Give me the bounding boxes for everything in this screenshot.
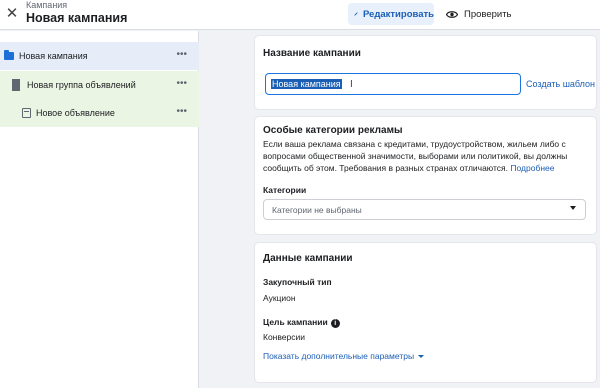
pencil-icon [354,12,358,16]
text-cursor-icon: I [350,79,353,90]
tree-item-ad[interactable]: Новое объявление ••• [0,99,199,127]
categories-select[interactable]: Категории не выбраны [263,199,586,220]
campaign-tree: Новая кампания ••• Новая группа объявлен… [0,31,199,388]
grid-icon [12,79,22,91]
categories-placeholder: Категории не выбраны [272,204,362,215]
caret-down-icon [418,355,425,358]
tree-item-label: Новое объявление [36,108,115,118]
review-button[interactable]: Проверить [446,3,512,25]
create-template-link[interactable]: Создать шаблон [526,79,595,89]
buy-type-value: Аукцион [263,293,296,303]
show-more-params-label: Показать дополнительные параметры [263,351,415,361]
top-bar: ✕ Кампания Новая кампания Редактировать … [0,0,600,30]
folder-icon [4,50,14,60]
page-title: Новая кампания [26,11,128,25]
review-button-label: Проверить [464,8,512,20]
special-categories-card: Особые категории рекламы Если ваша рекла… [255,117,596,234]
special-categories-title: Особые категории рекламы [263,125,403,136]
breadcrumb: Кампания [26,0,68,10]
tree-item-label: Новая группа объявлений [27,80,136,90]
campaign-name-card: Название кампании Новая кампания I Созда… [255,36,596,109]
chevron-down-icon [570,206,576,210]
eye-icon [446,10,458,18]
campaign-goal-value: Конверсии [263,332,305,342]
campaign-name-title: Название кампании [263,48,361,59]
more-options-icon[interactable]: ••• [176,50,187,60]
campaign-name-value: Новая кампания [271,79,342,89]
edit-button[interactable]: Редактировать [348,3,434,25]
tree-item-adset[interactable]: Новая группа объявлений ••• [0,71,199,99]
campaign-goal-label-row: Цель кампании i [263,317,340,328]
tree-item-label: Новая кампания [19,51,88,61]
ad-icon [22,108,31,118]
more-options-icon[interactable]: ••• [176,79,187,89]
buy-type-label: Закупочный тип [263,277,332,287]
campaign-data-card: Данные кампании Закупочный тип Аукцион Ц… [255,243,596,382]
learn-more-link[interactable]: Подробнее [510,163,554,173]
tree-item-campaign[interactable]: Новая кампания ••• [0,42,199,70]
close-icon[interactable]: ✕ [4,6,20,22]
info-icon[interactable]: i [330,319,340,328]
campaign-name-input[interactable]: Новая кампания I [265,73,521,95]
campaign-data-title: Данные кампании [263,253,353,264]
more-options-icon[interactable]: ••• [176,107,187,117]
categories-label: Категории [263,185,307,195]
special-categories-description: Если ваша реклама связана с кредитами, т… [263,138,589,174]
edit-button-label: Редактировать [362,8,434,20]
campaign-goal-label: Цель кампании [263,317,328,327]
show-more-params-link[interactable]: Показать дополнительные параметры [263,351,425,361]
